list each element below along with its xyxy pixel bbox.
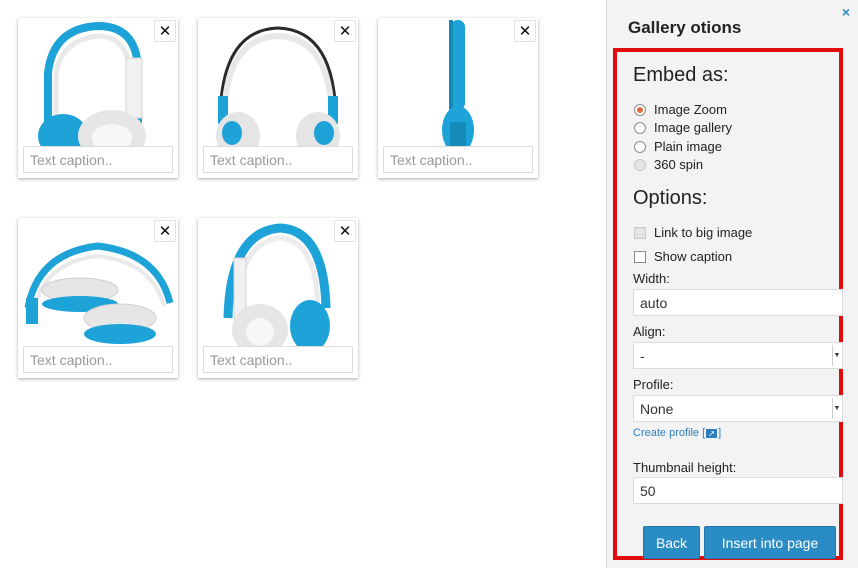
options-heading: Options: <box>633 187 708 209</box>
gallery-area: ✕ ✕ ✕ <box>0 0 606 568</box>
options-highlight-box: Embed as: Image Zoom Image gallery Plain… <box>613 48 843 560</box>
option-label: Show caption <box>654 249 733 264</box>
close-icon: ✕ <box>338 23 352 40</box>
caption-input[interactable] <box>23 146 173 173</box>
back-button[interactable]: Back <box>643 526 700 559</box>
embed-option-360-spin: 360 spin <box>634 157 703 172</box>
profile-value: None <box>640 400 674 417</box>
remove-button[interactable]: ✕ <box>154 220 176 242</box>
embed-option-label: Image Zoom <box>654 102 727 117</box>
option-link-to-big-image: Link to big image <box>634 225 752 240</box>
embed-option-image-zoom[interactable]: Image Zoom <box>634 102 727 117</box>
align-label: Align: <box>633 324 666 339</box>
chevron-down-icon: ▼ <box>832 345 841 366</box>
thumbnail-height-label: Thumbnail height: <box>633 460 737 475</box>
embed-option-image-gallery[interactable]: Image gallery <box>634 120 732 135</box>
embed-option-label: 360 spin <box>654 157 704 172</box>
align-value: - <box>640 347 645 364</box>
thumbnail-height-input[interactable]: 50 <box>633 477 843 504</box>
caption-input[interactable] <box>383 146 533 173</box>
create-profile-suffix: ] <box>718 427 722 439</box>
width-input[interactable]: auto <box>633 289 843 316</box>
gallery-item: ✕ <box>198 218 358 378</box>
width-label: Width: <box>633 271 670 286</box>
option-show-caption[interactable]: Show caption <box>634 249 732 264</box>
radio-button <box>634 158 646 171</box>
caption-input[interactable] <box>203 346 353 373</box>
gallery-item: ✕ <box>378 18 538 178</box>
create-profile-link[interactable]: Create profile [↗] <box>633 427 721 439</box>
remove-button[interactable]: ✕ <box>334 220 356 242</box>
checkbox[interactable] <box>634 250 646 263</box>
remove-button[interactable]: ✕ <box>514 20 536 42</box>
gallery-options-panel: Gallery otions × Embed as: Image Zoom Im… <box>606 0 858 568</box>
thumbnail-height-value: 50 <box>640 482 656 499</box>
close-icon: ✕ <box>158 23 172 40</box>
chevron-down-icon: ▼ <box>832 398 841 419</box>
close-icon: ✕ <box>158 223 172 240</box>
embed-option-plain-image[interactable]: Plain image <box>634 139 722 154</box>
gallery-item: ✕ <box>18 218 178 378</box>
close-icon: ✕ <box>518 23 532 40</box>
radio-button[interactable] <box>634 103 646 116</box>
remove-button[interactable]: ✕ <box>154 20 176 42</box>
checkbox <box>634 226 646 239</box>
gallery-item: ✕ <box>198 18 358 178</box>
caption-input[interactable] <box>203 146 353 173</box>
create-profile-label: Create profile [ <box>633 427 706 439</box>
profile-select[interactable]: None ▼ <box>633 395 843 422</box>
close-icon: × <box>841 4 850 20</box>
width-value: auto <box>640 294 668 311</box>
embed-option-label: Plain image <box>654 139 722 154</box>
close-panel-button[interactable]: × <box>842 4 850 20</box>
panel-title: Gallery otions <box>628 18 742 37</box>
radio-button[interactable] <box>634 140 646 153</box>
caption-input[interactable] <box>23 346 173 373</box>
external-link-icon: ↗ <box>706 428 718 438</box>
option-label: Link to big image <box>654 225 753 240</box>
radio-button[interactable] <box>634 121 646 134</box>
align-select[interactable]: - ▼ <box>633 342 843 369</box>
remove-button[interactable]: ✕ <box>334 20 356 42</box>
close-icon: ✕ <box>338 223 352 240</box>
gallery-item: ✕ <box>18 18 178 178</box>
insert-into-page-button[interactable]: Insert into page <box>704 526 836 559</box>
embed-heading: Embed as: <box>633 64 729 86</box>
profile-label: Profile: <box>633 377 674 392</box>
embed-option-label: Image gallery <box>654 120 733 135</box>
